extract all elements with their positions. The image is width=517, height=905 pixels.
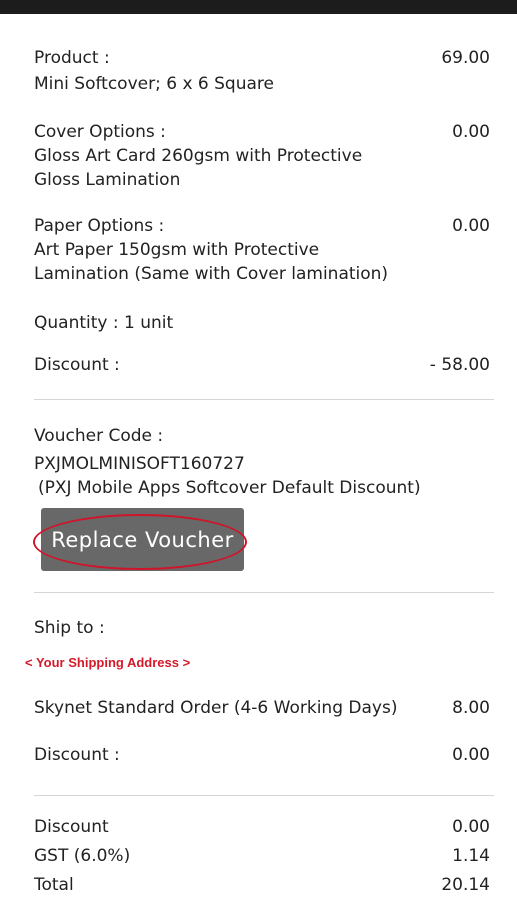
product-value: Mini Softcover; 6 x 6 Square — [34, 74, 274, 94]
paper-options-label: Paper Options : — [34, 216, 165, 236]
voucher-section: Voucher Code : PXJMOLMINISOFT160727 (PXJ… — [34, 425, 490, 498]
paper-options-amount: 0.00 — [452, 216, 490, 236]
cover-options-line2: Gloss Lamination — [34, 170, 181, 190]
voucher-code-value: PXJMOLMINISOFT160727 — [34, 454, 245, 474]
divider — [34, 399, 494, 400]
discount-label: Discount : — [34, 355, 120, 375]
voucher-description: (PXJ Mobile Apps Softcover Default Disco… — [38, 478, 421, 498]
cover-options-section: Cover Options : 0.00 Gloss Art Card 260g… — [34, 121, 490, 191]
gst-row: GST (6.0%) 1.14 — [34, 845, 490, 867]
cover-options-amount: 0.00 — [452, 122, 490, 142]
status-bar — [0, 0, 517, 14]
shipping-discount-row: Discount : 0.00 — [34, 744, 490, 766]
divider — [34, 795, 494, 796]
replace-voucher-button[interactable]: Replace Voucher — [41, 508, 244, 571]
discount-amount: - 58.00 — [429, 355, 490, 375]
voucher-code-label: Voucher Code : — [34, 426, 164, 446]
shipping-discount-amount: 0.00 — [452, 745, 490, 765]
summary-discount-label: Discount — [34, 817, 109, 837]
total-amount: 20.14 — [441, 875, 490, 895]
gst-label: GST (6.0%) — [34, 846, 131, 866]
summary-discount-row: Discount 0.00 — [34, 816, 490, 838]
shipping-method-amount: 8.00 — [452, 698, 490, 718]
product-section: Product : 69.00 Mini Softcover; 6 x 6 Sq… — [34, 47, 490, 97]
total-row: Total 20.14 — [34, 874, 490, 896]
ship-to-label: Ship to : — [34, 618, 105, 638]
cover-options-line1: Gloss Art Card 260gsm with Protective — [34, 146, 363, 166]
paper-options-line1: Art Paper 150gsm with Protective — [34, 240, 320, 260]
shipping-address[interactable]: < Your Shipping Address > — [25, 655, 190, 670]
ship-to-row: Ship to : — [34, 617, 490, 639]
product-amount: 69.00 — [441, 48, 490, 68]
shipping-discount-label: Discount : — [34, 745, 120, 765]
gst-amount: 1.14 — [452, 846, 490, 866]
summary-discount-amount: 0.00 — [452, 817, 490, 837]
paper-options-line2: Lamination (Same with Cover lamination) — [34, 264, 389, 284]
shipping-method-row: Skynet Standard Order (4-6 Working Days)… — [34, 697, 490, 719]
quantity-label: Quantity : 1 unit — [34, 313, 174, 333]
total-label: Total — [34, 875, 74, 895]
cover-options-label: Cover Options : — [34, 122, 166, 142]
discount-row: Discount : - 58.00 — [34, 354, 490, 376]
quantity-row: Quantity : 1 unit — [34, 312, 490, 334]
paper-options-section: Paper Options : 0.00 Art Paper 150gsm wi… — [34, 215, 490, 285]
divider — [34, 592, 494, 593]
shipping-method-label: Skynet Standard Order (4-6 Working Days) — [34, 698, 398, 718]
product-label: Product : — [34, 48, 110, 68]
